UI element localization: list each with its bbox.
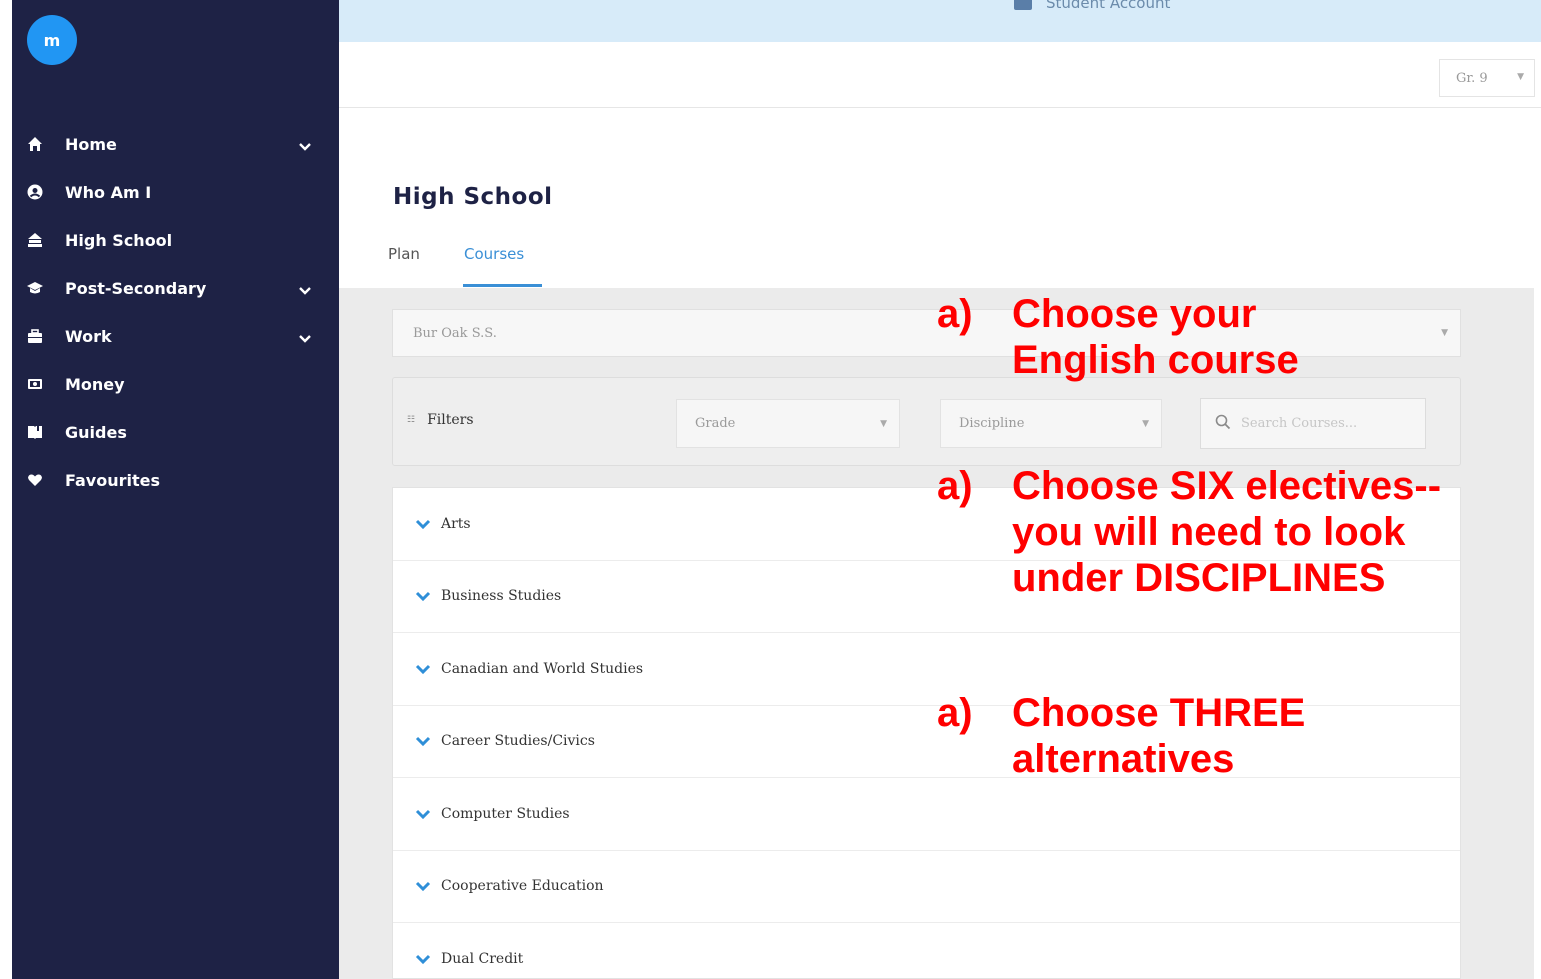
chevron-down-icon	[415, 735, 431, 747]
discipline-filter-placeholder: Discipline	[959, 416, 1025, 431]
user-circle-icon	[27, 184, 43, 200]
money-icon	[27, 376, 43, 392]
sidebar-item-label: Guides	[65, 422, 127, 442]
annotation-english-course: a) Choose your English course	[937, 291, 1437, 383]
caret-down-icon: ▼	[1441, 328, 1448, 338]
annotation-alternatives: a) Choose THREE alternatives	[937, 690, 1437, 782]
discipline-row-computer-studies[interactable]: Computer Studies	[393, 778, 1460, 851]
sidebar-nav: Home Who Am I High School Post-Secondary	[12, 120, 339, 504]
discipline-label: Cooperative Education	[441, 878, 604, 895]
chevron-down-icon	[415, 808, 431, 820]
chevron-down-icon	[415, 953, 431, 965]
sidebar-item-label: Work	[65, 326, 112, 346]
discipline-row-dual-credit[interactable]: Dual Credit	[393, 923, 1460, 978]
sidebar-item-high-school[interactable]: High School	[12, 216, 339, 264]
account-switcher[interactable]: Student Account	[1014, 0, 1170, 12]
tab-courses[interactable]: Courses	[464, 245, 524, 263]
book-icon	[27, 424, 43, 440]
sidebar-item-label: Who Am I	[65, 182, 152, 202]
sidebar-item-work[interactable]: Work	[12, 312, 339, 360]
annotation-electives: a) Choose SIX electives-- you will need …	[937, 463, 1537, 601]
sidebar: m Home Who Am I High School Post-Seconda…	[12, 0, 339, 979]
discipline-row-cooperative-education[interactable]: Cooperative Education	[393, 851, 1460, 923]
sidebar-item-label: Home	[65, 134, 117, 154]
filter-icon: ☷	[407, 415, 416, 425]
sidebar-item-label: Post-Secondary	[65, 278, 207, 298]
annotation-text: Choose THREE alternatives	[1012, 691, 1306, 781]
page-title: High School	[393, 184, 553, 210]
account-label: Student Account	[1046, 0, 1171, 12]
caret-down-icon: ▼	[1142, 419, 1149, 429]
sidebar-item-label: High School	[65, 230, 173, 250]
annotation-marker: a)	[937, 292, 973, 336]
grade-level-select[interactable]: Gr. 9 ▼	[1439, 59, 1535, 97]
annotation-text: Choose your English course	[1012, 292, 1299, 382]
school-select-value: Bur Oak S.S.	[413, 325, 497, 341]
chevron-down-icon	[415, 518, 431, 530]
sidebar-item-label: Favourites	[65, 470, 160, 490]
chevron-down-icon[interactable]	[299, 329, 311, 348]
filters-label: ☷ Filters	[407, 412, 474, 428]
search-icon	[1215, 414, 1231, 434]
chevron-down-icon	[415, 590, 431, 602]
sidebar-item-money[interactable]: Money	[12, 360, 339, 408]
search-box	[1200, 398, 1426, 449]
discipline-label: Canadian and World Studies	[441, 660, 644, 677]
filters-text: Filters	[427, 412, 474, 428]
chevron-down-icon	[415, 663, 431, 675]
sidebar-item-favourites[interactable]: Favourites	[12, 456, 339, 504]
grade-level-value: Gr. 9	[1456, 70, 1488, 86]
chevron-down-icon[interactable]	[299, 281, 311, 300]
top-bar: Student Account	[339, 0, 1541, 42]
discipline-label: Arts	[441, 515, 471, 532]
chevron-down-icon	[415, 880, 431, 892]
graduation-cap-icon	[27, 280, 43, 296]
header-bar: Gr. 9 ▼	[339, 42, 1541, 108]
active-tab-indicator	[463, 284, 542, 287]
tab-plan[interactable]: Plan	[388, 245, 420, 263]
discipline-label: Dual Credit	[441, 950, 524, 967]
grade-filter-placeholder: Grade	[695, 416, 736, 431]
grade-filter-select[interactable]: Grade ▼	[676, 399, 900, 448]
chevron-down-icon[interactable]	[299, 137, 311, 156]
briefcase-icon	[27, 328, 43, 344]
discipline-label: Career Studies/Civics	[441, 733, 595, 750]
annotation-marker: a)	[937, 464, 973, 508]
school-icon	[27, 232, 43, 248]
discipline-filter-select[interactable]: Discipline ▼	[940, 399, 1162, 448]
caret-down-icon: ▼	[880, 419, 887, 429]
heart-icon	[27, 472, 43, 488]
home-icon	[27, 136, 43, 152]
annotation-marker: a)	[937, 691, 973, 735]
sidebar-item-home[interactable]: Home	[12, 120, 339, 168]
annotation-text: Choose SIX electives-- you will need to …	[1012, 464, 1442, 600]
sidebar-item-who-am-i[interactable]: Who Am I	[12, 168, 339, 216]
caret-down-icon: ▼	[1517, 72, 1524, 82]
sidebar-item-label: Money	[65, 374, 125, 394]
app-logo[interactable]: m	[27, 15, 77, 65]
sidebar-item-guides[interactable]: Guides	[12, 408, 339, 456]
search-input[interactable]	[1241, 416, 1421, 431]
account-icon	[1014, 0, 1032, 10]
discipline-label: Business Studies	[441, 588, 562, 605]
discipline-label: Computer Studies	[441, 805, 570, 822]
sidebar-item-post-secondary[interactable]: Post-Secondary	[12, 264, 339, 312]
